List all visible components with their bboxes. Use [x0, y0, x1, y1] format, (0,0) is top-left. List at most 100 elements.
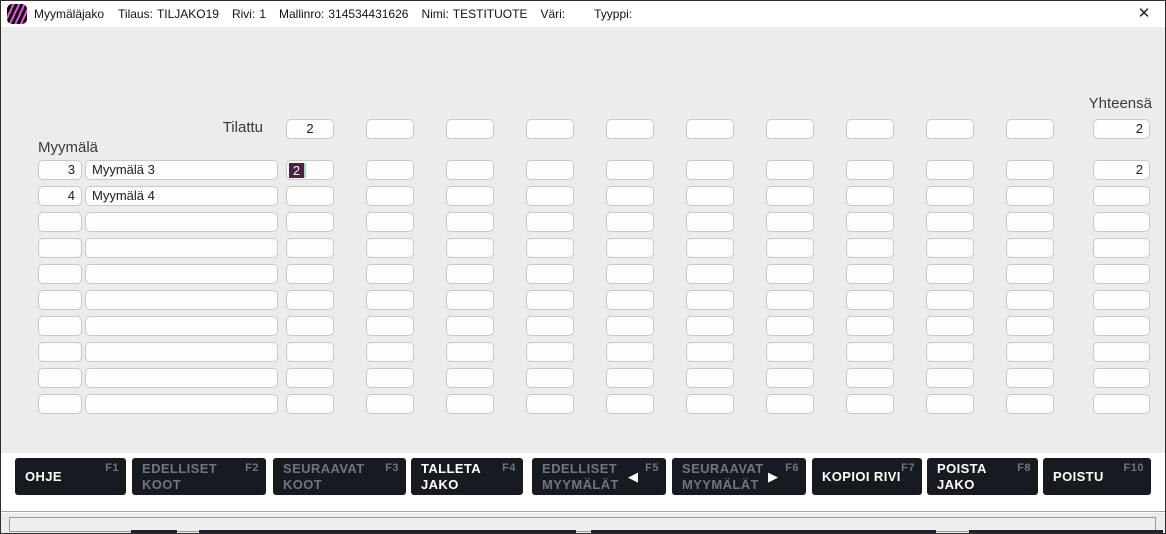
- size-qty-cell[interactable]: [526, 264, 574, 284]
- size-qty-cell[interactable]: [526, 212, 574, 232]
- store-number-cell[interactable]: 3: [38, 160, 82, 180]
- size-qty-cell-selected[interactable]: 2: [286, 160, 334, 180]
- size-qty-cell[interactable]: [446, 316, 494, 336]
- size-qty-cell[interactable]: [606, 264, 654, 284]
- fkey-button-f2[interactable]: EDELLISET KOOTF2: [132, 458, 266, 495]
- size-qty-cell[interactable]: [526, 394, 574, 414]
- size-qty-cell[interactable]: [686, 368, 734, 388]
- size-qty-cell[interactable]: [686, 186, 734, 206]
- size-qty-cell[interactable]: [766, 212, 814, 232]
- size-qty-cell[interactable]: [846, 212, 894, 232]
- store-name-cell[interactable]: [85, 394, 278, 414]
- size-qty-cell[interactable]: [926, 368, 974, 388]
- size-qty-cell[interactable]: [366, 368, 414, 388]
- store-name-cell[interactable]: [85, 212, 278, 232]
- size-qty-cell[interactable]: [926, 264, 974, 284]
- size-qty-cell[interactable]: [1006, 290, 1054, 310]
- size-qty-cell[interactable]: [846, 238, 894, 258]
- fkey-button-f10[interactable]: POISTUF10: [1043, 458, 1151, 495]
- size-qty-cell[interactable]: [766, 394, 814, 414]
- size-qty-cell[interactable]: [446, 186, 494, 206]
- size-qty-cell[interactable]: [846, 160, 894, 180]
- store-name-cell[interactable]: [85, 238, 278, 258]
- store-number-cell[interactable]: [38, 316, 82, 336]
- size-qty-cell[interactable]: [606, 342, 654, 362]
- size-qty-cell[interactable]: [1006, 316, 1054, 336]
- size-qty-cell[interactable]: [1006, 160, 1054, 180]
- size-qty-cell[interactable]: [1006, 238, 1054, 258]
- size-qty-cell[interactable]: [446, 394, 494, 414]
- size-qty-cell[interactable]: [526, 316, 574, 336]
- size-qty-cell[interactable]: [686, 316, 734, 336]
- size-qty-cell[interactable]: [766, 368, 814, 388]
- size-qty-cell[interactable]: [606, 394, 654, 414]
- fkey-button-f6[interactable]: SEURAAVAT MYYMÄLÄTF6▶: [672, 458, 806, 495]
- fkey-button-f4[interactable]: TALLETA JAKOF4: [411, 458, 523, 495]
- size-qty-cell[interactable]: [926, 238, 974, 258]
- size-qty-cell[interactable]: [766, 264, 814, 284]
- size-qty-cell[interactable]: [606, 368, 654, 388]
- size-qty-cell[interactable]: [1006, 342, 1054, 362]
- ordered-size-cell[interactable]: [686, 119, 734, 139]
- size-qty-cell[interactable]: [286, 212, 334, 232]
- size-qty-cell[interactable]: [286, 342, 334, 362]
- ordered-size-cell[interactable]: [446, 119, 494, 139]
- size-qty-cell[interactable]: [366, 342, 414, 362]
- fkey-button-f7[interactable]: KOPIOI RIVIF7: [812, 458, 922, 495]
- size-qty-cell[interactable]: [366, 186, 414, 206]
- size-qty-cell[interactable]: [686, 212, 734, 232]
- size-qty-cell[interactable]: [686, 342, 734, 362]
- ordered-size-cell[interactable]: [1006, 119, 1054, 139]
- size-qty-cell[interactable]: [846, 394, 894, 414]
- ordered-size-cell[interactable]: [766, 119, 814, 139]
- size-qty-cell[interactable]: [366, 290, 414, 310]
- store-name-cell[interactable]: [85, 290, 278, 310]
- size-qty-cell[interactable]: [766, 342, 814, 362]
- store-number-cell[interactable]: [38, 238, 82, 258]
- size-qty-cell[interactable]: [926, 394, 974, 414]
- size-qty-cell[interactable]: [446, 342, 494, 362]
- size-qty-cell[interactable]: [286, 186, 334, 206]
- size-qty-cell[interactable]: [846, 316, 894, 336]
- ordered-size-cell[interactable]: [526, 119, 574, 139]
- size-qty-cell[interactable]: [366, 316, 414, 336]
- size-qty-cell[interactable]: [286, 316, 334, 336]
- size-qty-cell[interactable]: [446, 212, 494, 232]
- size-qty-cell[interactable]: [286, 394, 334, 414]
- close-icon[interactable]: ✕: [1133, 4, 1155, 24]
- size-qty-cell[interactable]: [606, 238, 654, 258]
- size-qty-cell[interactable]: [926, 290, 974, 310]
- size-qty-cell[interactable]: [686, 238, 734, 258]
- size-qty-cell[interactable]: [526, 238, 574, 258]
- size-qty-cell[interactable]: [926, 186, 974, 206]
- fkey-button-f3[interactable]: SEURAAVAT KOOTF3: [273, 458, 406, 495]
- size-qty-cell[interactable]: [1006, 368, 1054, 388]
- size-qty-cell[interactable]: [606, 212, 654, 232]
- size-qty-cell[interactable]: [926, 342, 974, 362]
- size-qty-cell[interactable]: [606, 186, 654, 206]
- store-number-cell[interactable]: [38, 368, 82, 388]
- fkey-button-f1[interactable]: OHJEF1: [15, 458, 126, 495]
- size-qty-cell[interactable]: [766, 160, 814, 180]
- size-qty-cell[interactable]: [766, 316, 814, 336]
- store-name-cell[interactable]: Myymälä 4: [85, 186, 278, 206]
- size-qty-cell[interactable]: [686, 160, 734, 180]
- ordered-size-cell[interactable]: [926, 119, 974, 139]
- store-name-cell[interactable]: [85, 368, 278, 388]
- size-qty-cell[interactable]: [526, 160, 574, 180]
- fkey-button-f8[interactable]: POISTA JAKOF8: [927, 458, 1038, 495]
- ordered-size-cell[interactable]: [846, 119, 894, 139]
- size-qty-cell[interactable]: [286, 264, 334, 284]
- store-number-cell[interactable]: [38, 264, 82, 284]
- size-qty-cell[interactable]: [846, 342, 894, 362]
- size-qty-cell[interactable]: [366, 394, 414, 414]
- size-qty-cell[interactable]: [1006, 264, 1054, 284]
- store-name-cell[interactable]: [85, 342, 278, 362]
- size-qty-cell[interactable]: [366, 264, 414, 284]
- size-qty-cell[interactable]: [446, 368, 494, 388]
- size-qty-cell[interactable]: [926, 160, 974, 180]
- store-name-cell[interactable]: [85, 264, 278, 284]
- size-qty-cell[interactable]: [606, 316, 654, 336]
- size-qty-cell[interactable]: [846, 264, 894, 284]
- size-qty-cell[interactable]: [686, 290, 734, 310]
